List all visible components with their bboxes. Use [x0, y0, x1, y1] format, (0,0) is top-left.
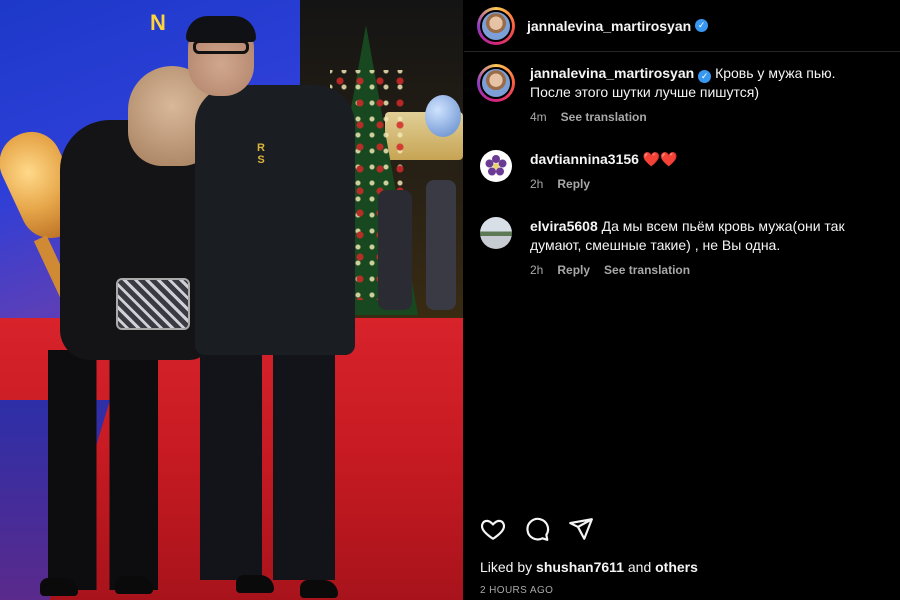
- background-person: [378, 190, 412, 310]
- man-shoe: [236, 575, 274, 593]
- reply-button[interactable]: Reply: [557, 175, 590, 194]
- comment-body: elvira5608 Да мы всем пьём кровь мужа(он…: [530, 217, 880, 280]
- verified-badge-icon: ✓: [695, 19, 709, 32]
- share-icon[interactable]: [568, 516, 594, 542]
- see-translation-link[interactable]: See translation: [561, 108, 647, 127]
- comment-username[interactable]: elvira5608: [530, 218, 598, 234]
- likes-joiner: and: [627, 559, 652, 575]
- caption-age: 4m: [530, 110, 547, 124]
- post-sidebar: jannalevina_martirosyan ✓ jannalevina_ma…: [464, 0, 900, 600]
- handbag: [116, 278, 190, 330]
- woman-boot: [40, 578, 78, 596]
- comment-username[interactable]: davtiannina3156: [530, 151, 639, 167]
- comment-item: davtiannina3156 ❤️❤️ 2h Reply: [480, 150, 870, 194]
- post-timestamp: 2 HOURS AGO: [480, 585, 554, 596]
- man-legs: [200, 340, 335, 580]
- forget-me-not-icon: [485, 155, 507, 176]
- avatar-image: [480, 9, 512, 42]
- comment-item: elvira5608 Да мы всем пьём кровь мужа(он…: [480, 217, 880, 280]
- comment-meta: 2h Reply: [530, 175, 870, 194]
- comment-age: 2h: [530, 263, 544, 277]
- comment-text: ❤️❤️: [642, 151, 678, 167]
- background-person: [426, 180, 456, 310]
- post-header: jannalevina_martirosyan ✓: [464, 0, 900, 52]
- author-avatar[interactable]: [477, 6, 515, 45]
- likes-prefix: Liked by: [480, 559, 533, 575]
- caption-body: jannalevina_martirosyan ✓ Кровь у мужа пь…: [530, 64, 860, 127]
- man-cap: [186, 16, 256, 42]
- reply-button[interactable]: Reply: [557, 261, 590, 280]
- caption-username[interactable]: jannalevina_martirosyan: [530, 65, 694, 81]
- man-shoe: [300, 580, 338, 598]
- commenter-avatar[interactable]: [480, 150, 512, 182]
- post-photo[interactable]: N R S: [0, 0, 463, 600]
- man-figure: [195, 85, 355, 355]
- shirt-logo: R S: [257, 142, 265, 166]
- commenter-avatar[interactable]: [480, 217, 512, 249]
- verified-badge-icon: ✓: [698, 70, 712, 83]
- avatar-image: [480, 67, 512, 99]
- see-translation-link[interactable]: See translation: [604, 261, 690, 280]
- woman-legs: [48, 350, 158, 590]
- comment-meta: 2h Reply See translation: [530, 261, 880, 280]
- comment-body: davtiannina3156 ❤️❤️ 2h Reply: [530, 150, 870, 194]
- comment-icon[interactable]: [524, 516, 550, 542]
- likes-summary: Liked by shushan7611 and others: [480, 559, 698, 575]
- comment-age: 2h: [530, 177, 544, 191]
- balloon: [425, 95, 461, 137]
- caption-meta: 4m See translation: [530, 108, 860, 127]
- woman-boot: [115, 576, 153, 594]
- liked-by-user[interactable]: shushan7611: [536, 559, 624, 575]
- likes-others[interactable]: others: [655, 559, 698, 575]
- man-glasses: [193, 40, 249, 54]
- post-caption: jannalevina_martirosyan ✓ Кровь у мужа пь…: [477, 64, 860, 127]
- action-bar: [480, 516, 594, 542]
- heart-icon[interactable]: [480, 516, 506, 542]
- caption-avatar[interactable]: [477, 64, 515, 102]
- author-username[interactable]: jannalevina_martirosyan: [527, 18, 691, 34]
